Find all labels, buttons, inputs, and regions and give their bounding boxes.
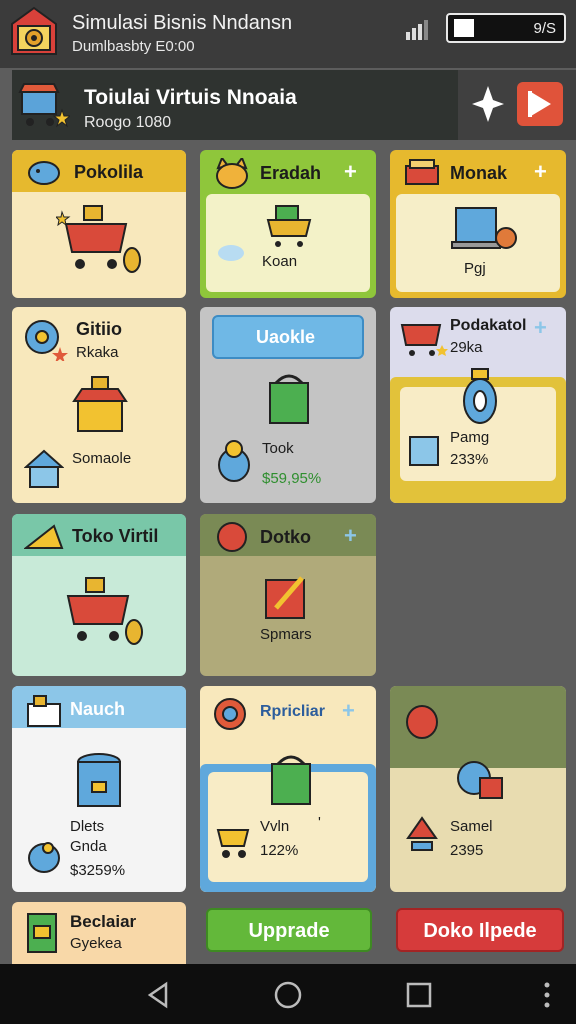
shop-card-nauch[interactable]: Nauch Dlets Gnda $3259% (12, 686, 186, 892)
home-icon[interactable] (273, 980, 303, 1010)
card-title: Uaokle (256, 327, 316, 347)
app-title: Simulasi Bisnis Nndansn (72, 12, 293, 34)
bowl-icon (406, 816, 438, 851)
register-icon (27, 913, 57, 953)
cart-icon (400, 324, 448, 356)
card-title: Beclaiar (70, 912, 137, 931)
flower-icon (217, 522, 247, 552)
shop-stall-icon (72, 376, 128, 432)
sparkle-icon[interactable] (470, 84, 506, 124)
house-icon (24, 449, 64, 488)
card-label: Took (262, 440, 294, 457)
box-icon (27, 695, 61, 727)
card-value: 122% (260, 842, 299, 859)
fish-icon (28, 161, 60, 185)
card-label: Rkaka (76, 344, 119, 361)
barrel-icon (77, 753, 121, 807)
shop-card-monak[interactable]: Monak + Pgj (390, 150, 566, 298)
play-icon (528, 91, 551, 117)
card-subtitle: 29ka (450, 339, 483, 356)
card-value: 2395 (450, 842, 484, 859)
card-label: ' (318, 814, 321, 831)
box-icon (405, 159, 439, 185)
card-label: Vvln (260, 818, 290, 835)
price-text: $3259% (70, 862, 126, 879)
card-title: Gitiio (76, 319, 122, 339)
card-label: Dlets (70, 818, 105, 835)
add-icon[interactable]: + (534, 315, 547, 341)
card-label: Pamg (450, 429, 490, 446)
shop-title: Toiulai Virtuis Nnoaia (84, 86, 297, 109)
card-title: Nauch (70, 699, 126, 719)
card-title: Podakatol (450, 317, 527, 334)
card-title: Pokolila (74, 162, 144, 182)
card-title: Eradah (260, 163, 322, 183)
laptop-icon (451, 207, 517, 249)
barn-icon[interactable] (10, 6, 58, 56)
shop-card-dotko[interactable]: Dotko + Spmars (200, 514, 376, 676)
card-label: Samel (450, 818, 493, 835)
cheese-icon (24, 524, 64, 549)
card-subtitle: Gyekea (70, 935, 122, 952)
card-title: Monak (450, 163, 508, 183)
card-title: Rpricliar (260, 703, 325, 720)
add-icon[interactable]: + (344, 523, 357, 549)
card-label: Pgj (464, 260, 486, 277)
app-subtitle: Dumlbasbty E0:00 (72, 38, 195, 55)
bird-icon (28, 842, 60, 873)
frame-icon (265, 576, 305, 619)
flower-icon (25, 320, 68, 361)
shop-card-toko-virtil[interactable]: Toko Virtil (12, 514, 186, 676)
cart-icon (266, 205, 312, 247)
add-icon[interactable]: + (534, 159, 547, 185)
add-icon[interactable]: + (344, 159, 357, 185)
recents-icon[interactable] (404, 980, 434, 1010)
shop-card-gitiio[interactable]: Gitiio Rkaka Somaole (12, 307, 186, 503)
add-icon[interactable]: + (342, 698, 355, 724)
shop-revenue: Roogo 1080 (84, 114, 172, 131)
card-label: Somaole (72, 450, 132, 467)
shop-upgrade-button[interactable]: Doko Ilpede (396, 908, 564, 952)
shopping-cart-icon (56, 205, 141, 273)
battery-text: 9/S (533, 20, 556, 37)
price-text: $59,95% (262, 470, 322, 487)
lantern-icon (406, 705, 438, 739)
card-label: Spmars (260, 626, 312, 643)
box-icon (409, 436, 439, 466)
battery-level (454, 19, 474, 37)
card-title: Dotko (260, 527, 311, 547)
shop-card-eradah[interactable]: Eradah + Koan (200, 150, 376, 298)
shop-card-samel[interactable]: Samel 2395 (390, 686, 566, 892)
cat-icon (216, 158, 248, 189)
card-value: 233% (450, 451, 489, 468)
shop-card-beclaiar[interactable]: Beclaiar Gyekea (12, 902, 186, 964)
basket-icon (269, 374, 309, 424)
card-title: Toko Virtil (72, 526, 159, 546)
cloud-icon (218, 245, 244, 261)
signal-icon (406, 20, 428, 40)
upgrade-button[interactable]: Upprade (206, 908, 372, 952)
system-nav-bar (0, 964, 576, 1024)
card-label: Koan (262, 253, 298, 270)
globe-icon (457, 761, 503, 799)
shopping-cart-icon (66, 577, 143, 645)
basket-icon (271, 755, 311, 805)
bird-icon (218, 440, 250, 482)
shopping-cart-icon (18, 83, 70, 128)
shop-card-rpricliar[interactable]: Rpricliar + Vvln ' 122% (200, 686, 376, 892)
battery-indicator: 9/S (446, 13, 566, 43)
shop-card-uaokle[interactable]: Uaokle Took $59,95% (200, 307, 376, 503)
gear-icon (214, 698, 246, 730)
more-vert-icon[interactable] (542, 980, 552, 1010)
shop-card-podakatol[interactable]: Podakatol 29ka + Pamg 233% (390, 307, 566, 503)
shop-card-pokolila[interactable]: Pokolila (12, 150, 186, 298)
back-icon[interactable] (144, 980, 174, 1010)
play-button[interactable] (517, 82, 563, 126)
lamp-icon (463, 368, 497, 424)
card-label: Gnda (70, 838, 107, 855)
cart-icon (216, 829, 250, 858)
